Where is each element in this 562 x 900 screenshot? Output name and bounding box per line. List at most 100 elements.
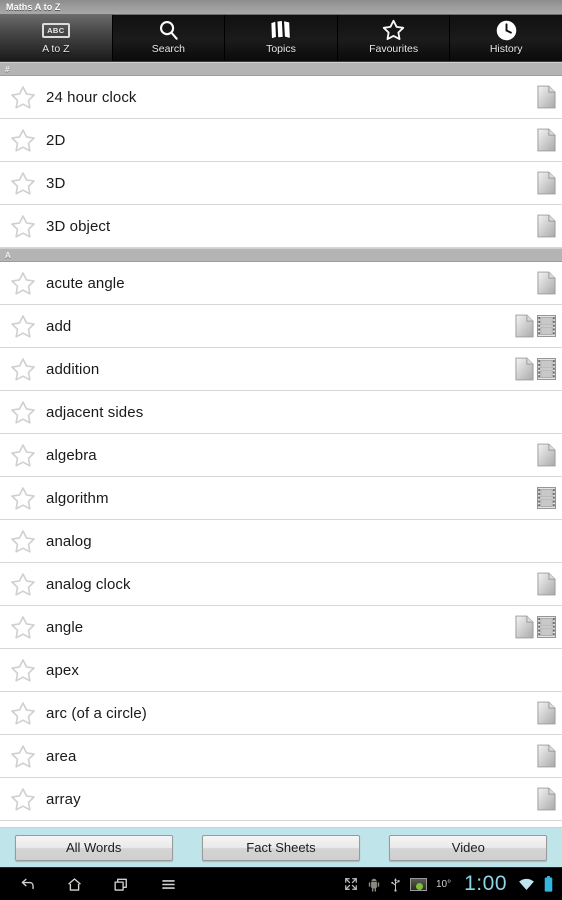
row-star-icon [10, 314, 36, 339]
favourite-toggle[interactable] [0, 572, 46, 597]
list-item-label: angle [46, 618, 84, 636]
temperature-readout: 10° [436, 878, 452, 890]
row-star-icon [10, 128, 36, 153]
list-item[interactable]: addition [0, 348, 562, 391]
tab-history[interactable]: History [449, 15, 562, 61]
favourite-toggle[interactable] [0, 314, 46, 339]
favourite-toggle[interactable] [0, 171, 46, 196]
filter-button-fact-sheets[interactable]: Fact Sheets [201, 834, 360, 861]
favourite-toggle[interactable] [0, 400, 46, 425]
list-item-media-icons [500, 271, 562, 295]
list-item[interactable]: algorithm [0, 477, 562, 520]
favourite-toggle[interactable] [0, 271, 46, 296]
row-star-icon [10, 486, 36, 511]
favourite-toggle[interactable] [0, 787, 46, 812]
tab-label: Topics [266, 43, 296, 55]
favourite-toggle[interactable] [0, 529, 46, 554]
window-title-bar: Maths A to Z [0, 0, 562, 15]
row-star-icon [10, 658, 36, 683]
favourite-toggle[interactable] [0, 214, 46, 239]
filter-button-bar: All Words Fact Sheets Video [0, 827, 562, 867]
android-navigation-bar: 10° 1:00 [0, 867, 562, 900]
tab-favourites[interactable]: Favourites [336, 15, 450, 61]
list-item[interactable]: adjacent sides [0, 391, 562, 434]
list-item[interactable]: 3D [0, 162, 562, 205]
abc-icon: ABC [42, 22, 70, 38]
document-icon [537, 85, 556, 109]
list-item-label: addition [46, 360, 100, 378]
app-thumbnail-icon [410, 877, 427, 891]
section-header: # [0, 62, 562, 76]
list-item[interactable]: analog clock [0, 563, 562, 606]
favourite-toggle[interactable] [0, 486, 46, 511]
list-item[interactable]: area [0, 735, 562, 778]
row-star-icon [10, 701, 36, 726]
list-item[interactable]: array [0, 778, 562, 821]
favourite-toggle[interactable] [0, 443, 46, 468]
list-item[interactable]: analog [0, 520, 562, 563]
row-star-icon [10, 744, 36, 769]
list-item-media-icons [500, 701, 562, 725]
tab-label: Favourites [369, 43, 419, 55]
list-item[interactable]: 24 hour clock [0, 76, 562, 119]
tab-label: A to Z [42, 43, 70, 55]
app-root: Maths A to Z ABC A to Z Search Topics Fav… [0, 0, 562, 900]
list-item-label: algebra [46, 446, 97, 464]
document-icon [537, 443, 556, 467]
list-item-media-icons [500, 487, 562, 509]
glossary-list[interactable]: # 24 hour clock 2D 3D 3D object A acute … [0, 62, 562, 827]
clock-icon [495, 19, 518, 42]
tab-a-to-z[interactable]: ABC A to Z [0, 15, 112, 61]
list-item-media-icons [500, 572, 562, 596]
menu-icon[interactable] [159, 875, 178, 894]
list-item[interactable]: apex [0, 649, 562, 692]
filter-button-video[interactable]: Video [389, 834, 548, 861]
list-item[interactable]: 2D [0, 119, 562, 162]
status-icons-group: 10° 1:00 [344, 872, 562, 896]
tab-search[interactable]: Search [111, 15, 225, 61]
status-clock: 1:00 [464, 872, 507, 895]
document-icon [537, 744, 556, 768]
back-icon[interactable] [18, 875, 37, 894]
list-item[interactable]: algebra [0, 434, 562, 477]
row-star-icon [10, 615, 36, 640]
list-item-label: apex [46, 661, 79, 679]
favourite-toggle[interactable] [0, 701, 46, 726]
favourite-toggle[interactable] [0, 85, 46, 110]
list-item-media-icons [500, 443, 562, 467]
star-icon-wrap [382, 18, 405, 42]
fullscreen-icon[interactable] [344, 877, 358, 891]
tab-label: History [489, 43, 523, 55]
list-item-label: array [46, 790, 81, 808]
list-item-label: 3D object [46, 217, 111, 235]
list-item[interactable]: 3D object [0, 205, 562, 248]
recents-icon[interactable] [112, 875, 131, 894]
section-header-letter: # [5, 64, 10, 74]
list-item[interactable]: acute angle [0, 262, 562, 305]
window-title: Maths A to Z [6, 2, 61, 12]
list-item-label: 2D [46, 131, 66, 149]
section-header: A [0, 248, 562, 262]
favourite-toggle[interactable] [0, 658, 46, 683]
filter-button-all-words[interactable]: All Words [14, 834, 173, 861]
favourite-toggle[interactable] [0, 744, 46, 769]
list-item-media-icons [500, 314, 562, 338]
row-star-icon [10, 214, 36, 239]
home-icon[interactable] [65, 875, 84, 894]
favourite-toggle[interactable] [0, 357, 46, 382]
tab-label: Search [151, 43, 186, 55]
list-item[interactable]: arc (of a circle) [0, 692, 562, 735]
tab-topics[interactable]: Topics [224, 15, 337, 61]
list-item-label: area [46, 747, 77, 765]
list-item[interactable]: add [0, 305, 562, 348]
favourite-toggle[interactable] [0, 128, 46, 153]
row-star-icon [10, 85, 36, 110]
document-icon [537, 171, 556, 195]
film-icon [537, 487, 556, 509]
favourite-toggle[interactable] [0, 615, 46, 640]
list-item-label: 3D [46, 174, 66, 192]
list-item[interactable]: angle [0, 606, 562, 649]
document-icon [515, 615, 534, 639]
list-item-media-icons [500, 615, 562, 639]
battery-icon [544, 876, 553, 892]
